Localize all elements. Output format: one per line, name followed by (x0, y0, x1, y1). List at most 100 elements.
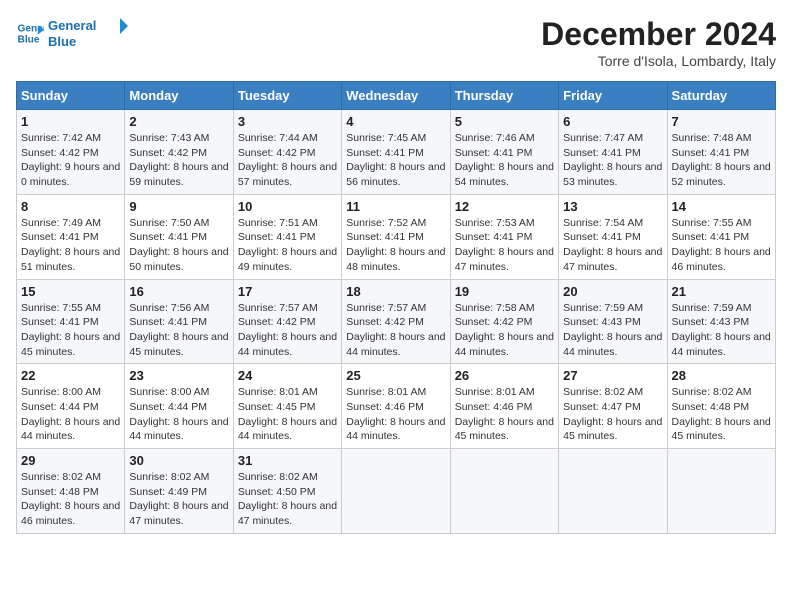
calendar-cell: 31 Sunrise: 8:02 AMSunset: 4:50 PMDayligh… (233, 449, 341, 534)
day-info: Sunrise: 8:01 AMSunset: 4:45 PMDaylight:… (238, 385, 337, 444)
calendar-cell: 22Sunrise: 8:00 AMSunset: 4:44 PMDayligh… (17, 364, 125, 449)
calendar-cell: 24 Sunrise: 8:01 AMSunset: 4:45 PMDayligh… (233, 364, 341, 449)
calendar-table: SundayMondayTuesdayWednesdayThursdayFrid… (16, 81, 776, 534)
day-number: 24 (238, 368, 337, 383)
day-info: Sunrise: 8:02 AMSunset: 4:48 PMDaylight:… (21, 470, 120, 529)
day-info: Sunrise: 7:51 AMSunset: 4:41 PMDaylight:… (238, 216, 337, 275)
day-info: Sunrise: 8:02 AMSunset: 4:47 PMDaylight:… (563, 385, 662, 444)
day-number: 29 (21, 453, 120, 468)
day-number: 5 (455, 114, 554, 129)
day-info: Sunrise: 7:43 AMSunset: 4:42 PMDaylight:… (129, 131, 228, 190)
calendar-cell: 20Sunrise: 7:59 AMSunset: 4:43 PMDayligh… (559, 279, 667, 364)
calendar-week-1: 1 Sunrise: 7:42 AMSunset: 4:42 PMDaylight… (17, 110, 776, 195)
svg-text:General: General (48, 18, 96, 33)
day-number: 30 (129, 453, 228, 468)
weekday-header-friday: Friday (559, 82, 667, 110)
calendar-cell: 3 Sunrise: 7:44 AMSunset: 4:42 PMDaylight… (233, 110, 341, 195)
day-number: 22 (21, 368, 120, 383)
day-info: Sunrise: 8:02 AMSunset: 4:50 PMDaylight:… (238, 470, 337, 529)
calendar-cell: 17 Sunrise: 7:57 AMSunset: 4:42 PMDayligh… (233, 279, 341, 364)
day-number: 16 (129, 284, 228, 299)
day-number: 13 (563, 199, 662, 214)
day-info: Sunrise: 7:45 AMSunset: 4:41 PMDaylight:… (346, 131, 445, 190)
svg-text:Blue: Blue (48, 34, 76, 49)
day-info: Sunrise: 7:57 AMSunset: 4:42 PMDaylight:… (346, 301, 445, 360)
day-number: 4 (346, 114, 445, 129)
calendar-cell (559, 449, 667, 534)
weekday-header-thursday: Thursday (450, 82, 558, 110)
day-info: Sunrise: 7:54 AMSunset: 4:41 PMDaylight:… (563, 216, 662, 275)
day-info: Sunrise: 7:58 AMSunset: 4:42 PMDaylight:… (455, 301, 554, 360)
day-number: 21 (672, 284, 771, 299)
day-info: Sunrise: 7:59 AMSunset: 4:43 PMDaylight:… (672, 301, 771, 360)
calendar-cell: 21 Sunrise: 7:59 AMSunset: 4:43 PMDayligh… (667, 279, 775, 364)
day-info: Sunrise: 7:52 AMSunset: 4:41 PMDaylight:… (346, 216, 445, 275)
location: Torre d'Isola, Lombardy, Italy (541, 53, 776, 69)
calendar-cell: 9 Sunrise: 7:50 AMSunset: 4:41 PMDaylight… (125, 194, 233, 279)
calendar-cell: 2 Sunrise: 7:43 AMSunset: 4:42 PMDaylight… (125, 110, 233, 195)
day-number: 26 (455, 368, 554, 383)
calendar-cell: 6Sunrise: 7:47 AMSunset: 4:41 PMDaylight… (559, 110, 667, 195)
day-info: Sunrise: 7:56 AMSunset: 4:41 PMDaylight:… (129, 301, 228, 360)
calendar-cell: 11 Sunrise: 7:52 AMSunset: 4:41 PMDayligh… (342, 194, 450, 279)
day-info: Sunrise: 7:55 AMSunset: 4:41 PMDaylight:… (21, 301, 120, 360)
calendar-cell: 10 Sunrise: 7:51 AMSunset: 4:41 PMDayligh… (233, 194, 341, 279)
day-number: 18 (346, 284, 445, 299)
day-number: 7 (672, 114, 771, 129)
day-number: 2 (129, 114, 228, 129)
day-info: Sunrise: 8:02 AMSunset: 4:49 PMDaylight:… (129, 470, 228, 529)
weekday-header-saturday: Saturday (667, 82, 775, 110)
day-number: 9 (129, 199, 228, 214)
calendar-week-2: 8Sunrise: 7:49 AMSunset: 4:41 PMDaylight… (17, 194, 776, 279)
day-number: 12 (455, 199, 554, 214)
calendar-cell: 18 Sunrise: 7:57 AMSunset: 4:42 PMDayligh… (342, 279, 450, 364)
calendar-cell (667, 449, 775, 534)
day-info: Sunrise: 7:42 AMSunset: 4:42 PMDaylight:… (21, 131, 120, 190)
calendar-cell: 23 Sunrise: 8:00 AMSunset: 4:44 PMDayligh… (125, 364, 233, 449)
day-number: 23 (129, 368, 228, 383)
day-number: 27 (563, 368, 662, 383)
calendar-cell: 7 Sunrise: 7:48 AMSunset: 4:41 PMDaylight… (667, 110, 775, 195)
calendar-cell: 4 Sunrise: 7:45 AMSunset: 4:41 PMDaylight… (342, 110, 450, 195)
day-number: 31 (238, 453, 337, 468)
day-info: Sunrise: 8:00 AMSunset: 4:44 PMDaylight:… (129, 385, 228, 444)
calendar-cell: 14Sunrise: 7:55 AMSunset: 4:41 PMDayligh… (667, 194, 775, 279)
day-info: Sunrise: 7:44 AMSunset: 4:42 PMDaylight:… (238, 131, 337, 190)
day-info: Sunrise: 7:48 AMSunset: 4:41 PMDaylight:… (672, 131, 771, 190)
calendar-cell (450, 449, 558, 534)
calendar-cell: 12Sunrise: 7:53 AMSunset: 4:41 PMDayligh… (450, 194, 558, 279)
title-block: December 2024 Torre d'Isola, Lombardy, I… (541, 16, 776, 69)
calendar-week-5: 29 Sunrise: 8:02 AMSunset: 4:48 PMDayligh… (17, 449, 776, 534)
logo: General Blue General Blue (16, 16, 128, 50)
day-number: 1 (21, 114, 120, 129)
day-info: Sunrise: 7:50 AMSunset: 4:41 PMDaylight:… (129, 216, 228, 275)
day-number: 15 (21, 284, 120, 299)
calendar-cell: 25 Sunrise: 8:01 AMSunset: 4:46 PMDayligh… (342, 364, 450, 449)
weekday-header-wednesday: Wednesday (342, 82, 450, 110)
logo-icon: General Blue (16, 19, 44, 47)
calendar-cell: 13 Sunrise: 7:54 AMSunset: 4:41 PMDayligh… (559, 194, 667, 279)
calendar-cell: 19 Sunrise: 7:58 AMSunset: 4:42 PMDayligh… (450, 279, 558, 364)
page-header: General Blue General Blue December 2024 … (16, 16, 776, 69)
day-number: 20 (563, 284, 662, 299)
day-number: 11 (346, 199, 445, 214)
day-number: 19 (455, 284, 554, 299)
calendar-cell: 16 Sunrise: 7:56 AMSunset: 4:41 PMDayligh… (125, 279, 233, 364)
svg-text:Blue: Blue (18, 34, 40, 45)
day-number: 25 (346, 368, 445, 383)
day-number: 28 (672, 368, 771, 383)
day-info: Sunrise: 7:49 AMSunset: 4:41 PMDaylight:… (21, 216, 120, 275)
day-number: 10 (238, 199, 337, 214)
weekday-header-sunday: Sunday (17, 82, 125, 110)
day-info: Sunrise: 7:57 AMSunset: 4:42 PMDaylight:… (238, 301, 337, 360)
day-number: 3 (238, 114, 337, 129)
calendar-cell: 30 Sunrise: 8:02 AMSunset: 4:49 PMDayligh… (125, 449, 233, 534)
weekday-header-tuesday: Tuesday (233, 82, 341, 110)
calendar-cell: 5 Sunrise: 7:46 AMSunset: 4:41 PMDaylight… (450, 110, 558, 195)
calendar-cell: 29 Sunrise: 8:02 AMSunset: 4:48 PMDayligh… (17, 449, 125, 534)
calendar-week-3: 15 Sunrise: 7:55 AMSunset: 4:41 PMDayligh… (17, 279, 776, 364)
day-info: Sunrise: 8:02 AMSunset: 4:48 PMDaylight:… (672, 385, 771, 444)
day-info: Sunrise: 7:46 AMSunset: 4:41 PMDaylight:… (455, 131, 554, 190)
day-info: Sunrise: 8:01 AMSunset: 4:46 PMDaylight:… (346, 385, 445, 444)
day-number: 17 (238, 284, 337, 299)
